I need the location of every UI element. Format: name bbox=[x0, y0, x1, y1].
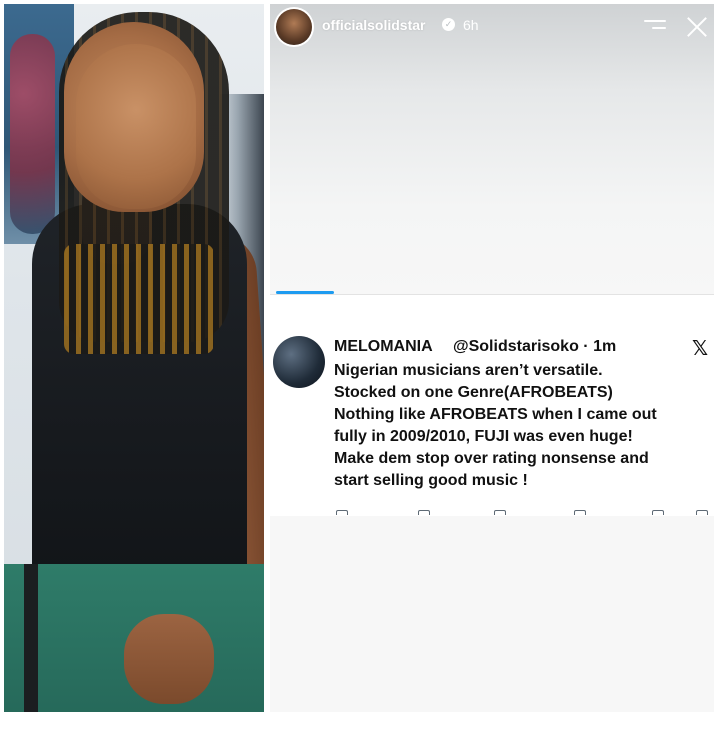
progress-track bbox=[270, 294, 714, 295]
person-hair-tips bbox=[64, 244, 214, 354]
tweet-line: Make dem stop over rating nonsense and bbox=[334, 450, 649, 467]
toy-figure bbox=[10, 34, 55, 234]
tweet-text: Nigerian musicians aren’t versatile. Sto… bbox=[334, 360, 708, 492]
tweet-handle-time[interactable]: @Solidstarisoko · 1m bbox=[453, 338, 616, 356]
tweet-line: start selling good music ! bbox=[334, 472, 528, 489]
tweet-display-name[interactable]: MELOMANIA bbox=[334, 338, 433, 356]
close-icon[interactable] bbox=[684, 14, 710, 40]
verified-glyph: ✓ bbox=[444, 19, 453, 29]
verified-icon: ✓ bbox=[442, 18, 455, 31]
reply-icon[interactable] bbox=[336, 510, 348, 515]
views-icon[interactable] bbox=[574, 510, 586, 515]
tweet-line: Stocked on one Genre(AFROBEATS) bbox=[334, 384, 613, 401]
pants-stripe bbox=[24, 564, 38, 712]
photo-panel bbox=[4, 4, 264, 712]
person-face bbox=[76, 44, 196, 209]
story-bottom-area bbox=[270, 516, 714, 712]
x-logo-icon: 𝕏 bbox=[692, 338, 709, 360]
like-icon[interactable] bbox=[494, 510, 506, 515]
story-header-area bbox=[270, 4, 714, 294]
story-panel: officialsolidstar ✓ 6h MELOMANIA @Solids… bbox=[270, 4, 714, 712]
share-icon[interactable] bbox=[696, 510, 708, 515]
tweet-line: fully in 2009/2010, FUJI was even huge! bbox=[334, 428, 633, 445]
story-avatar[interactable] bbox=[276, 9, 312, 45]
menu-icon[interactable] bbox=[644, 20, 666, 34]
retweet-icon[interactable] bbox=[418, 510, 430, 515]
tweet-line: Nothing like AFROBEATS when I came out bbox=[334, 406, 657, 423]
tweet-avatar[interactable] bbox=[273, 336, 325, 388]
bookmark-icon[interactable] bbox=[652, 510, 664, 515]
person-hand bbox=[124, 614, 214, 704]
tweet-line: Nigerian musicians aren’t versatile. bbox=[334, 362, 603, 379]
progress-indicator bbox=[276, 291, 334, 294]
story-timestamp: 6h bbox=[463, 17, 479, 33]
story-username[interactable]: officialsolidstar bbox=[322, 17, 425, 33]
